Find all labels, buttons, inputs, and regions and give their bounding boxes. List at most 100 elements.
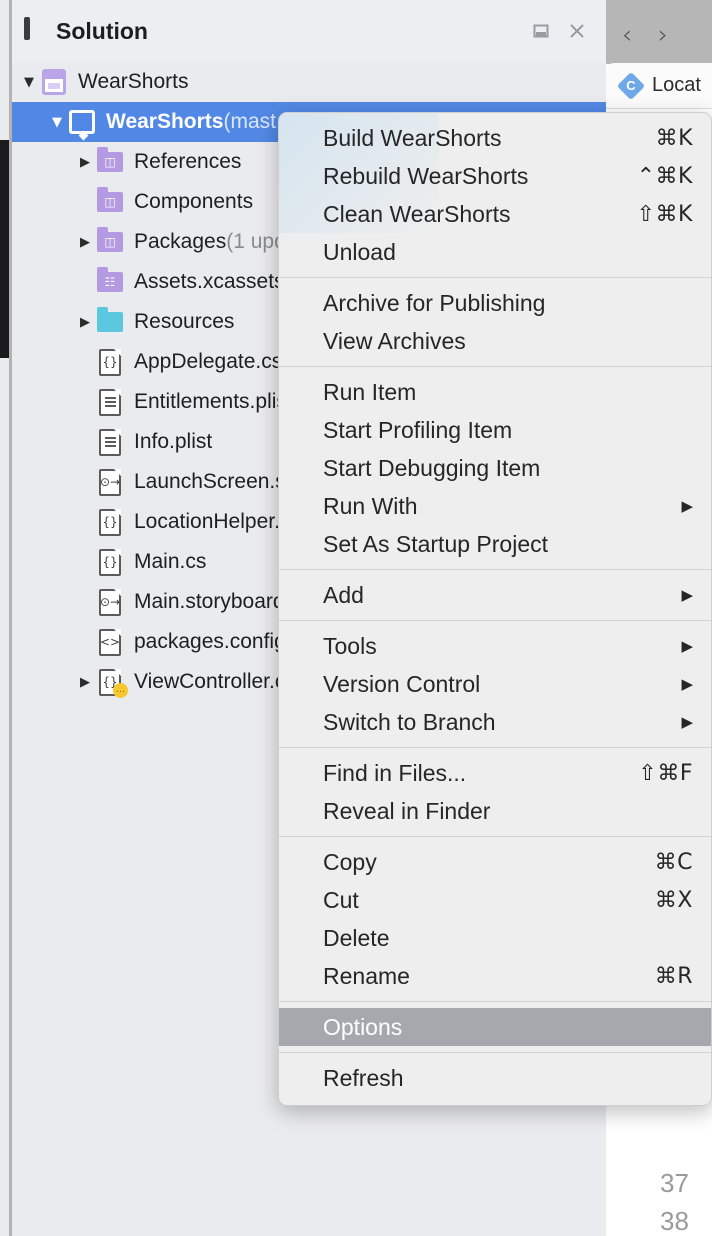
menu-item-label: Add xyxy=(323,582,364,609)
twisty-collapsed-icon[interactable]: ▶ xyxy=(74,315,96,330)
solution-pad-icon xyxy=(24,20,46,42)
menu-item-rename[interactable]: Rename ⌘R xyxy=(279,957,711,995)
project-icon xyxy=(68,108,96,136)
warning-badge-icon: … xyxy=(113,683,128,698)
menu-item-label: Delete xyxy=(323,925,389,952)
menu-item-run-with[interactable]: Run With▶ xyxy=(279,487,711,525)
pad-edge-strip xyxy=(0,140,9,358)
menu-item-start-profiling-item[interactable]: Start Profiling Item xyxy=(279,411,711,449)
project-context-menu: Build WearShorts⌘KRebuild WearShorts⌃⌘KC… xyxy=(278,112,712,1106)
menu-item-shortcut: ⇧⌘K xyxy=(637,202,693,227)
menu-item-unload[interactable]: Unload xyxy=(279,233,711,271)
close-icon[interactable] xyxy=(566,20,588,42)
tree-row-label: LocationHelper. xyxy=(134,510,280,534)
editor-nav-buttons: ‹ › xyxy=(610,14,706,54)
resources-folder-icon xyxy=(96,308,124,336)
storyboard-file-icon: ⊙→ xyxy=(96,468,124,496)
menu-item-options[interactable]: Options xyxy=(279,1008,711,1046)
tree-row-label: WearShorts xyxy=(106,110,223,134)
xml-file-icon: <> xyxy=(96,628,124,656)
nav-forward-icon[interactable]: › xyxy=(658,22,668,47)
twisty-expanded-icon[interactable]: ▼ xyxy=(18,75,40,90)
menu-separator xyxy=(279,1001,711,1002)
menu-item-refresh[interactable]: Refresh xyxy=(279,1059,711,1097)
xcassets-folder-icon: ☷ xyxy=(96,268,124,296)
menu-item-shortcut: ⌘R xyxy=(655,964,693,989)
page-title: Solution xyxy=(56,18,148,45)
tree-row-label: Packages xyxy=(134,230,226,254)
menu-item-label: Rebuild WearShorts xyxy=(323,163,528,190)
menu-separator xyxy=(279,836,711,837)
submenu-arrow-icon: ▶ xyxy=(681,497,693,515)
menu-item-label: Rename xyxy=(323,963,410,990)
tree-row-label: Main.cs xyxy=(134,550,206,574)
menu-item-label: Clean WearShorts xyxy=(323,201,511,228)
menu-item-label: Unload xyxy=(323,239,396,266)
components-folder-icon: ◫ xyxy=(96,188,124,216)
twisty-collapsed-icon[interactable]: ▶ xyxy=(74,235,96,250)
menu-separator xyxy=(279,620,711,621)
menu-item-label: Refresh xyxy=(323,1065,404,1092)
twisty-collapsed-icon[interactable]: ▶ xyxy=(74,675,96,690)
tree-row-label: Assets.xcassets xyxy=(134,270,285,294)
menu-item-find-in-files[interactable]: Find in Files...⇧⌘F xyxy=(279,754,711,792)
tree-row-suffix: (1 upd xyxy=(226,230,286,254)
solution-icon xyxy=(40,68,68,96)
tree-row-label: Info.plist xyxy=(134,430,212,454)
menu-item-label: View Archives xyxy=(323,328,466,355)
submenu-arrow-icon: ▶ xyxy=(681,637,693,655)
csharp-file-icon: {} xyxy=(96,508,124,536)
menu-item-archive-for-publishing[interactable]: Archive for Publishing xyxy=(279,284,711,322)
csharp-file-warning-icon: {}… xyxy=(96,668,124,696)
menu-item-shortcut: ⌘X xyxy=(655,888,693,913)
packages-folder-icon: ◫ xyxy=(96,228,124,256)
menu-item-label: Version Control xyxy=(323,671,480,698)
tree-row-label: ViewController.c xyxy=(134,670,285,694)
tree-row[interactable]: ▼ WearShorts xyxy=(12,62,606,102)
menu-item-shortcut: ⌘K xyxy=(656,126,693,151)
menu-separator xyxy=(279,569,711,570)
menu-item-label: Find in Files... xyxy=(323,760,466,787)
menu-item-add[interactable]: Add▶ xyxy=(279,576,711,614)
menu-item-label: Start Debugging Item xyxy=(323,455,540,482)
menu-item-label: Run Item xyxy=(323,379,416,406)
tree-row-label: Entitlements.plis xyxy=(134,390,287,414)
references-folder-icon: ◫ xyxy=(96,148,124,176)
submenu-arrow-icon: ▶ xyxy=(681,713,693,731)
menu-separator xyxy=(279,366,711,367)
tree-row-label: WearShorts xyxy=(78,70,189,94)
menu-item-delete[interactable]: Delete xyxy=(279,919,711,957)
menu-item-label: Tools xyxy=(323,633,377,660)
maximize-icon[interactable] xyxy=(530,20,552,42)
storyboard-file-icon: ⊙→ xyxy=(96,588,124,616)
menu-item-label: Set As Startup Project xyxy=(323,531,548,558)
menu-item-reveal-in-finder[interactable]: Reveal in Finder xyxy=(279,792,711,830)
solution-pad-header: Solution xyxy=(12,0,606,62)
menu-item-tools[interactable]: Tools ▶ xyxy=(279,627,711,665)
menu-item-version-control[interactable]: Version Control ▶ xyxy=(279,665,711,703)
tree-row-label: References xyxy=(134,150,241,174)
menu-item-clean-wearshorts[interactable]: Clean WearShorts ⇧⌘K xyxy=(279,195,711,233)
editor-line-number: 37 xyxy=(660,1168,689,1199)
menu-item-switch-to-branch[interactable]: Switch to Branch ▶ xyxy=(279,703,711,741)
menu-item-view-archives[interactable]: View Archives xyxy=(279,322,711,360)
menu-item-rebuild-wearshorts[interactable]: Rebuild WearShorts⌃⌘K xyxy=(279,157,711,195)
tree-row-suffix: (mast xyxy=(223,110,276,134)
menu-item-start-debugging-item[interactable]: Start Debugging Item xyxy=(279,449,711,487)
menu-item-run-item[interactable]: Run Item xyxy=(279,373,711,411)
tree-row-label: LaunchScreen.s xyxy=(134,470,286,494)
menu-item-set-as-startup-project[interactable]: Set As Startup Project xyxy=(279,525,711,563)
tree-row-label: AppDelegate.cs xyxy=(134,350,282,374)
submenu-arrow-icon: ▶ xyxy=(681,675,693,693)
editor-tab-label: Locat xyxy=(652,74,701,97)
twisty-expanded-icon[interactable]: ▼ xyxy=(46,115,68,130)
tree-row-label: packages.config xyxy=(134,630,286,654)
nav-back-icon[interactable]: ‹ xyxy=(622,22,632,47)
editor-tab-location-helper[interactable]: C Locat xyxy=(606,63,712,109)
twisty-collapsed-icon[interactable]: ▶ xyxy=(74,155,96,170)
menu-item-copy[interactable]: Copy⌘C xyxy=(279,843,711,881)
menu-item-label: Switch to Branch xyxy=(323,709,496,736)
menu-item-build-wearshorts[interactable]: Build WearShorts⌘K xyxy=(279,119,711,157)
pad-header-actions xyxy=(530,20,606,42)
menu-item-cut[interactable]: Cut⌘X xyxy=(279,881,711,919)
